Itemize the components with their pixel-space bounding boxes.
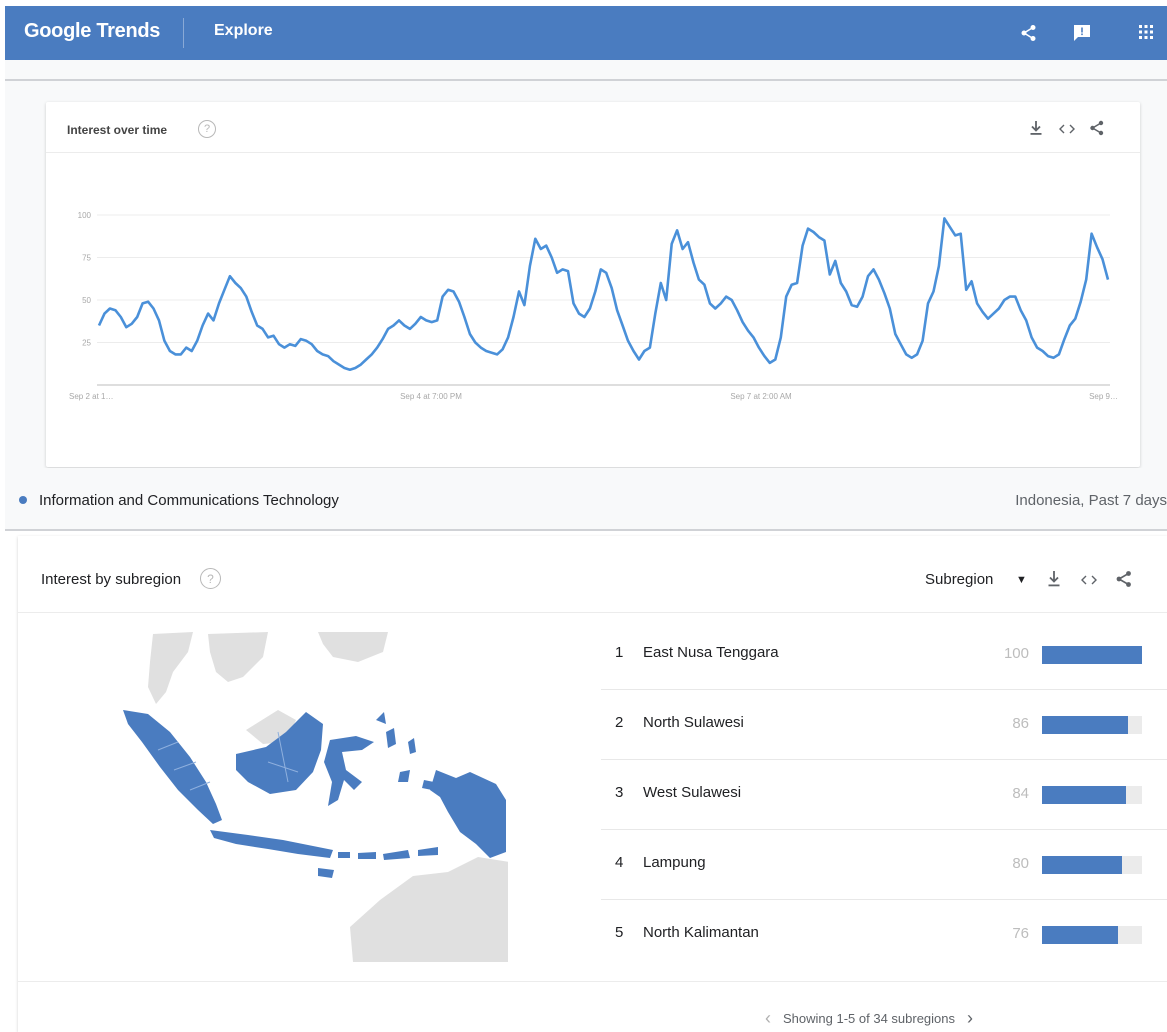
feedback-icon[interactable]: [1072, 24, 1092, 47]
subregion-bar: [1042, 716, 1128, 734]
pagination: ‹ Showing 1-5 of 34 subregions ›: [765, 1008, 973, 1029]
y-tick-label: 75: [82, 254, 91, 263]
map-region-papua: [430, 770, 506, 858]
x-tick-label: Sep 7 at 2:00 AM: [730, 392, 792, 401]
dropdown-icon[interactable]: ▼: [1016, 574, 1027, 586]
map-region-java: [210, 830, 333, 858]
header-shadow-line: [5, 79, 1167, 81]
subregion-bar-track: [1042, 926, 1142, 944]
subregion-value: 84: [1012, 785, 1029, 802]
subregion-rank: 4: [615, 854, 624, 871]
map-region-west-papua: [422, 780, 434, 790]
subregion-value: 86: [1012, 715, 1029, 732]
subregion-rank: 5: [615, 924, 624, 941]
share-icon[interactable]: [1020, 24, 1038, 47]
subregion-rank: 1: [615, 644, 624, 661]
download-icon[interactable]: [1047, 570, 1061, 593]
apps-grid-icon[interactable]: [1138, 24, 1154, 45]
subregion-name[interactable]: North Kalimantan: [643, 924, 759, 941]
map-land-gray: [148, 632, 193, 704]
chevron-right-icon[interactable]: ›: [967, 1008, 973, 1029]
interest-over-time-chart[interactable]: 25 50 75 100 Sep 2 at 1… Sep 4 at 7:00 PM Sep…: [46, 102, 1140, 467]
series-color-dot: [19, 496, 27, 504]
map-region-north-sulawesi: [376, 712, 386, 724]
subregion-bar-track: [1042, 716, 1142, 734]
y-tick-label: 50: [82, 296, 91, 305]
embed-icon[interactable]: [1081, 573, 1097, 591]
explore-title: Explore: [214, 22, 273, 39]
share-icon[interactable]: [1115, 570, 1133, 593]
pager-divider: [18, 981, 1167, 982]
subregion-value: 76: [1012, 925, 1029, 942]
region-time-label: Indonesia, Past 7 days: [1015, 492, 1167, 509]
subregion-bar: [1042, 926, 1118, 944]
indonesia-subregion-map[interactable]: [118, 632, 510, 962]
subregion-bar: [1042, 646, 1142, 664]
map-land-gray: [350, 857, 510, 962]
subregion-rank: 2: [615, 714, 624, 731]
map-region-sumatra: [123, 710, 222, 824]
series-line[interactable]: [97, 217, 1110, 372]
search-term-label[interactable]: Information and Communications Technolog…: [39, 492, 339, 509]
subregion-value: 100: [1003, 645, 1029, 662]
subregion-select[interactable]: Subregion: [925, 571, 993, 588]
subregion-row[interactable]: 4 Lampung 80: [601, 830, 1167, 900]
interest-by-subregion-title: Interest by subregion: [41, 571, 182, 588]
subregion-row[interactable]: 5 North Kalimantan 76: [601, 900, 1167, 970]
help-icon[interactable]: ?: [200, 568, 221, 589]
subregion-name[interactable]: East Nusa Tenggara: [643, 644, 779, 661]
map-region-nusa-tenggara: [318, 847, 438, 878]
x-tick-label: Sep 2 at 1…: [69, 392, 113, 401]
map-region-maluku: [386, 728, 416, 782]
subregion-bar-track: [1042, 856, 1142, 874]
map-land-gray: [208, 632, 268, 682]
subregion-bar-track: [1042, 646, 1142, 664]
card-header-divider: [18, 612, 1167, 613]
chevron-left-icon[interactable]: ‹: [765, 1008, 771, 1029]
y-tick-label: 25: [82, 339, 91, 348]
subregion-row[interactable]: 3 West Sulawesi 84: [601, 760, 1167, 830]
search-term-legend: Information and Communications Technolog…: [5, 468, 1167, 530]
legend-divider: [5, 529, 1167, 531]
map-land-gray: [318, 632, 388, 662]
x-tick-label: Sep 4 at 7:00 PM: [400, 392, 462, 401]
subregion-bar-track: [1042, 786, 1142, 804]
x-tick-label: Sep 9…: [1089, 392, 1118, 401]
interest-by-subregion-card: Interest by subregion ? Subregion ▼ 1 Ea…: [18, 536, 1167, 1032]
subregion-bar: [1042, 786, 1126, 804]
subregion-name[interactable]: West Sulawesi: [643, 784, 741, 801]
subregion-rank: 3: [615, 784, 624, 801]
app-header: Google Trends Explore: [5, 6, 1167, 60]
subregion-value: 80: [1012, 855, 1029, 872]
subregion-name[interactable]: Lampung: [643, 854, 706, 871]
google-trends-logo[interactable]: Google Trends: [24, 20, 160, 43]
subregion-bar: [1042, 856, 1122, 874]
subregion-row[interactable]: 2 North Sulawesi 86: [601, 690, 1167, 760]
subregion-name[interactable]: North Sulawesi: [643, 714, 744, 731]
subregion-actions: [1047, 570, 1133, 593]
interest-over-time-card: Interest over time ? 25 50 75 100 Sep 2 at …: [46, 102, 1140, 467]
y-tick-label: 100: [78, 211, 92, 220]
pagination-label: Showing 1-5 of 34 subregions: [783, 1011, 956, 1026]
subregion-row[interactable]: 1 East Nusa Tenggara 100: [601, 620, 1167, 690]
map-region-sulawesi: [324, 736, 374, 806]
header-divider: [183, 18, 184, 48]
